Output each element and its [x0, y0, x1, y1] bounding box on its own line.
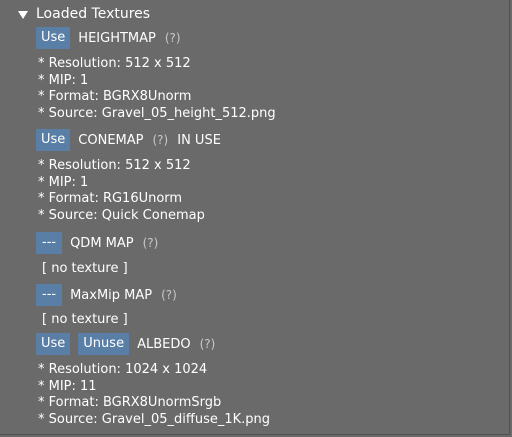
texture-name: HEIGHTMAP [78, 30, 156, 46]
help-marker[interactable]: (?) [200, 337, 216, 351]
detail-source: * Source: Quick Conemap [38, 208, 205, 224]
texture-details-conemap: * Resolution: 512 x 512 * MIP: 1 * Format:… [38, 158, 205, 225]
use-button-conemap[interactable]: Use [36, 129, 71, 151]
texture-row-maxmip-map: --- MaxMip MAP (?) [36, 284, 186, 306]
loaded-textures-panel: Loaded Textures Use HEIGHTMAP (?) * Reso… [0, 0, 510, 435]
use-button-albedo[interactable]: Use [36, 333, 71, 355]
texture-name: MaxMip MAP [70, 287, 153, 303]
detail-resolution: * Resolution: 1024 x 1024 [38, 362, 208, 377]
detail-source: * Source: Gravel_05_diffuse_1K.png [38, 412, 271, 428]
detail-resolution: * Resolution: 512 x 512 [38, 56, 191, 71]
texture-row-conemap: Use CONEMAP (?) IN USE [36, 129, 221, 151]
texture-row-qdm-map: --- QDM MAP (?) [36, 232, 167, 254]
detail-resolution: * Resolution: 512 x 512 [38, 158, 191, 173]
detail-mip: * MIP: 1 [38, 174, 89, 190]
help-marker[interactable]: (?) [161, 288, 177, 302]
in-use-status: IN USE [177, 132, 221, 148]
detail-format: * Format: RG16Unorm [38, 191, 183, 207]
texture-row-albedo: Use Unuse ALBEDO (?) [36, 333, 224, 355]
detail-format: * Format: BGRX8Unorm [38, 89, 192, 105]
loaded-textures-header[interactable]: Loaded Textures [18, 5, 150, 23]
no-texture-label: [ no texture ] [42, 312, 128, 327]
use-button-heightmap[interactable]: Use [36, 27, 71, 49]
help-marker[interactable]: (?) [165, 31, 181, 45]
unuse-button-albedo[interactable]: Unuse [78, 333, 130, 355]
collapse-triangle-icon[interactable] [18, 10, 28, 19]
texture-name: CONEMAP [78, 132, 144, 148]
texture-name: QDM MAP [70, 235, 134, 251]
placeholder-button-qdm[interactable]: --- [36, 232, 63, 254]
detail-source: * Source: Gravel_05_height_512.png [38, 106, 276, 122]
no-texture-label: [ no texture ] [42, 261, 128, 276]
help-marker[interactable]: (?) [153, 133, 169, 147]
help-marker[interactable]: (?) [143, 236, 159, 250]
section-title: Loaded Textures [36, 6, 151, 22]
detail-mip: * MIP: 11 [38, 378, 97, 394]
texture-details-heightmap: * Resolution: 512 x 512 * MIP: 1 * Format:… [38, 56, 276, 123]
texture-row-heightmap: Use HEIGHTMAP (?) [36, 27, 190, 49]
detail-format: * Format: BGRX8UnormSrgb [38, 395, 222, 411]
texture-details-albedo: * Resolution: 1024 x 1024 * MIP: 11 * Form… [38, 362, 270, 429]
texture-name: ALBEDO [137, 336, 191, 352]
detail-mip: * MIP: 1 [38, 72, 89, 88]
placeholder-button-maxmip[interactable]: --- [36, 284, 63, 306]
